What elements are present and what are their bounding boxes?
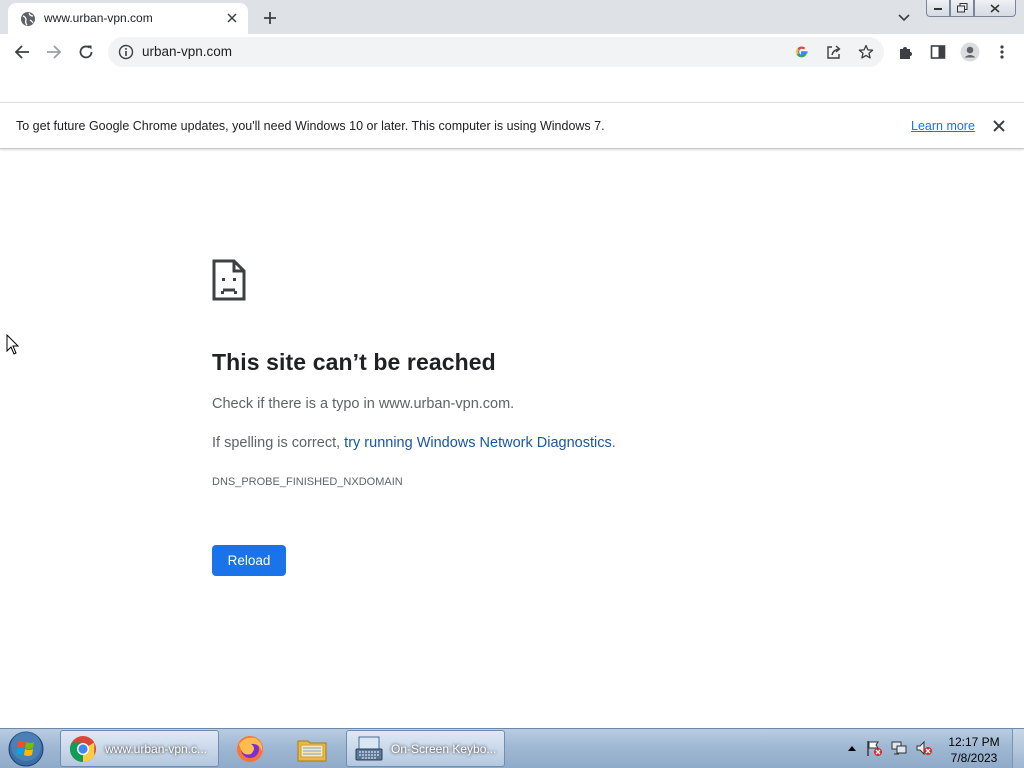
action-center-flag-icon[interactable] bbox=[864, 738, 884, 758]
diagnostics-hint: If spelling is correct, try running Wind… bbox=[212, 435, 616, 451]
diagnostics-suffix: . bbox=[611, 435, 616, 451]
taskbar-item-label: www.urban-vpn.c... bbox=[105, 741, 208, 756]
window-controls bbox=[926, 0, 1016, 18]
typo-hint: Check if there is a typo in www.urban-vp… bbox=[212, 396, 515, 412]
tab-title: www.urban-vpn.com bbox=[44, 11, 153, 25]
restore-icon[interactable] bbox=[950, 0, 974, 17]
taskbar-item-on-screen-keyboard[interactable]: On-Screen Keybo... bbox=[346, 730, 505, 767]
system-clock[interactable]: 12:17 PM 7/8/2023 bbox=[944, 734, 1004, 766]
volume-muted-icon[interactable] bbox=[914, 738, 934, 758]
extensions-puzzle-icon[interactable] bbox=[896, 42, 916, 62]
error-heading: This site can’t be reached bbox=[212, 349, 496, 375]
side-panel-icon[interactable] bbox=[928, 42, 948, 62]
sad-page-icon bbox=[212, 259, 246, 301]
windows-taskbar: www.urban-vpn.c... On-Screen Keybo... 12… bbox=[0, 728, 1024, 768]
update-infobar: To get future Google Chrome updates, you… bbox=[0, 102, 1024, 149]
clock-time: 12:17 PM bbox=[948, 735, 1000, 749]
keyboard-icon bbox=[353, 733, 385, 765]
firefox-icon bbox=[234, 733, 266, 765]
start-button[interactable] bbox=[6, 731, 46, 767]
bookmark-star-icon[interactable] bbox=[856, 42, 876, 62]
address-bar[interactable]: urban-vpn.com bbox=[108, 37, 884, 67]
globe-icon bbox=[20, 11, 36, 27]
show-hidden-icons-icon[interactable] bbox=[842, 738, 862, 758]
chevron-down-icon[interactable] bbox=[894, 8, 914, 28]
close-tab-icon[interactable] bbox=[222, 8, 242, 28]
reload-icon[interactable] bbox=[72, 38, 100, 66]
learn-more-link[interactable]: Learn more bbox=[911, 119, 975, 133]
share-icon[interactable] bbox=[824, 42, 844, 62]
profile-avatar-icon[interactable] bbox=[960, 42, 980, 62]
new-tab-icon[interactable] bbox=[258, 6, 282, 30]
forward-arrow-icon[interactable] bbox=[40, 38, 68, 66]
info-icon[interactable] bbox=[118, 44, 134, 60]
taskbar-item-chrome[interactable]: www.urban-vpn.c... bbox=[60, 730, 219, 767]
browser-toolbar: urban-vpn.com bbox=[0, 34, 1024, 70]
diagnostics-prefix: If spelling is correct, bbox=[212, 435, 345, 451]
error-code: DNS_PROBE_FINISHED_NXDOMAIN bbox=[212, 476, 403, 488]
url-text: urban-vpn.com bbox=[142, 44, 233, 59]
taskbar-item-label: On-Screen Keybo... bbox=[391, 741, 497, 756]
clock-date: 7/8/2023 bbox=[950, 751, 998, 765]
tab-strip: www.urban-vpn.com bbox=[0, 0, 1024, 34]
back-arrow-icon[interactable] bbox=[8, 38, 36, 66]
google-icon[interactable] bbox=[792, 42, 812, 62]
more-menu-icon[interactable] bbox=[992, 42, 1012, 62]
chrome-icon bbox=[67, 733, 99, 765]
minimize-icon[interactable] bbox=[926, 0, 950, 17]
mouse-cursor-icon bbox=[6, 333, 20, 356]
network-diagnostics-link[interactable]: try running Windows Network Diagnostics bbox=[344, 435, 612, 451]
taskbar-item-firefox[interactable] bbox=[224, 730, 280, 767]
close-infobar-icon[interactable] bbox=[990, 117, 1008, 135]
file-explorer-icon bbox=[296, 733, 328, 765]
infobar-message: To get future Google Chrome updates, you… bbox=[16, 119, 605, 133]
taskbar-item-file-explorer[interactable] bbox=[286, 730, 342, 767]
browser-tab[interactable]: www.urban-vpn.com bbox=[8, 3, 248, 34]
reload-button[interactable]: Reload bbox=[212, 545, 286, 576]
close-window-icon[interactable] bbox=[974, 0, 1016, 17]
show-desktop-button[interactable] bbox=[1012, 729, 1024, 768]
network-icon[interactable] bbox=[889, 738, 909, 758]
